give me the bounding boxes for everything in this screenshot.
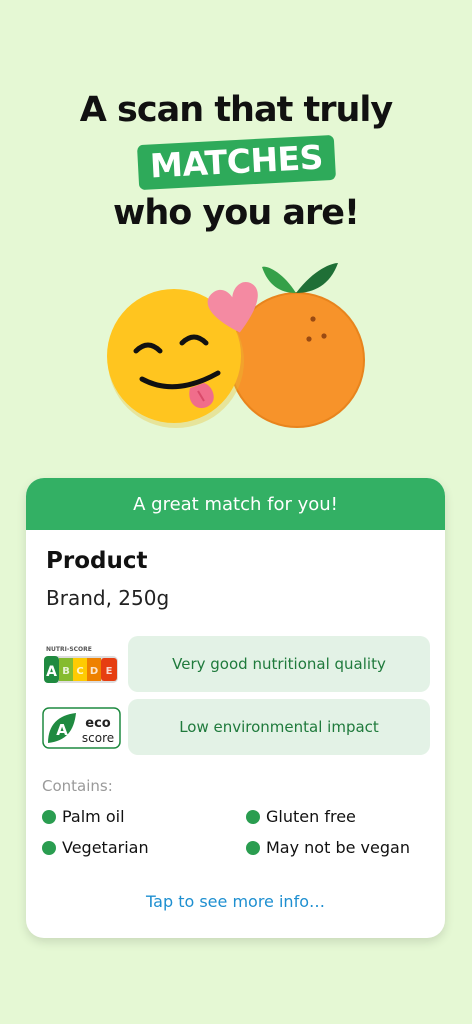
headline-highlight: MATCHES — [136, 134, 336, 191]
fruit-illustration — [107, 263, 365, 428]
product-brand: Brand, 250g — [46, 586, 170, 610]
ingredient-tag: Vegetarian — [42, 838, 149, 857]
ingredient-tag-label: Gluten free — [266, 807, 356, 826]
ingredient-tag: Gluten free — [246, 807, 356, 826]
nutri-grade-a: A — [46, 664, 57, 680]
match-card[interactable]: A great match for you! Product Brand, 25… — [26, 478, 445, 938]
nutri-grade-e: E — [106, 666, 113, 677]
product-name: Product — [46, 548, 148, 574]
ingredient-tag: Palm oil — [42, 807, 125, 826]
eco-score-row[interactable]: A eco score Low environmental impact — [40, 699, 432, 755]
ingredient-tag: May not be vegan — [246, 838, 410, 857]
more-info-link[interactable]: Tap to see more info… — [26, 892, 445, 911]
green-dot-icon — [42, 840, 56, 855]
green-dot-icon — [246, 840, 260, 855]
contains-label: Contains: — [42, 777, 113, 795]
nutri-score-badge: NUTRI-SCORE A B C D E — [44, 646, 118, 683]
nutri-grade-d: D — [90, 666, 98, 677]
nutri-score-description: Very good nutritional quality — [128, 636, 430, 692]
eco-word: eco — [85, 716, 111, 731]
ingredient-tag-label: Palm oil — [62, 807, 125, 826]
eco-score-description: Low environmental impact — [128, 699, 430, 755]
green-dot-icon — [246, 809, 260, 824]
ingredient-tag-label: May not be vegan — [266, 838, 410, 857]
headline-line-1: A scan that truly — [79, 90, 393, 130]
eco-grade-letter: A — [56, 721, 68, 739]
score-word: score — [82, 731, 114, 745]
nutri-score-row[interactable]: NUTRI-SCORE A B C D E Very good nutritio… — [40, 636, 432, 692]
nutri-grade-c: C — [76, 666, 83, 677]
nutri-score-label: NUTRI-SCORE — [46, 646, 92, 653]
card-header: A great match for you! — [26, 478, 445, 530]
eco-score-badge: A eco score — [42, 707, 121, 749]
ingredient-tag-label: Vegetarian — [62, 838, 149, 857]
green-dot-icon — [42, 809, 56, 824]
nutri-grade-b: B — [62, 666, 70, 677]
headline-line-3: who you are! — [112, 193, 360, 233]
